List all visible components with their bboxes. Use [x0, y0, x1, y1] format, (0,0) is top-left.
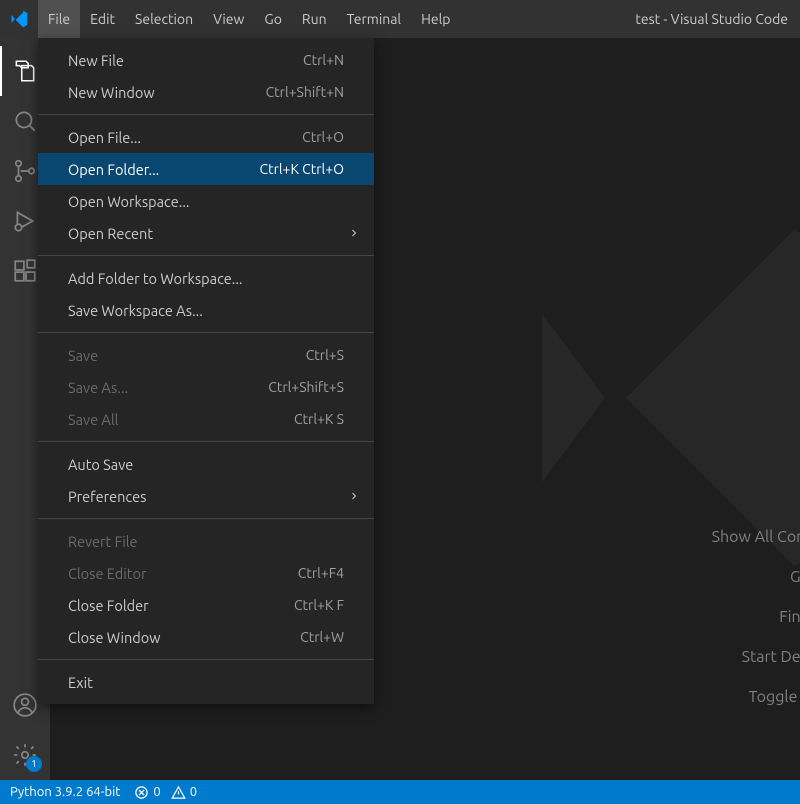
welcome-shortcut-line: Find	[712, 608, 800, 626]
menu-item-label: Open Folder...	[68, 161, 259, 178]
file-menu-item[interactable]: New FileCtrl+N	[38, 44, 374, 76]
settings-badge: 1	[26, 756, 42, 772]
menu-item-shortcut: Ctrl+K Ctrl+O	[259, 161, 344, 177]
menu-item-shortcut: Ctrl+Shift+S	[268, 379, 344, 395]
activity-settings-icon[interactable]: 1	[0, 730, 50, 780]
menu-item-label: New File	[68, 52, 303, 69]
menu-items: FileEditSelectionViewGoRunTerminalHelp	[38, 0, 460, 38]
file-menu-item: SaveCtrl+S	[38, 339, 374, 371]
menu-item-label: Add Folder to Workspace...	[68, 270, 344, 287]
menu-item-label: Save Workspace As...	[68, 302, 344, 319]
file-menu-item[interactable]: Exit	[38, 666, 374, 698]
welcome-shortcuts: Show All Com Go Find Start Deb Toggle T	[712, 528, 800, 728]
file-menu-item[interactable]: Add Folder to Workspace...	[38, 262, 374, 294]
status-warnings-count: 0	[190, 785, 197, 799]
menu-item-shortcut: Ctrl+K F	[294, 597, 344, 613]
menu-item-shortcut: Ctrl+Shift+N	[266, 84, 344, 100]
welcome-shortcut-line: Go	[712, 568, 800, 586]
menu-terminal[interactable]: Terminal	[337, 0, 412, 38]
menu-item-label: Save As...	[68, 379, 268, 396]
file-menu-item[interactable]: New WindowCtrl+Shift+N	[38, 76, 374, 108]
welcome-shortcut-line: Start Deb	[712, 648, 800, 666]
menu-item-label: Exit	[68, 674, 344, 691]
file-menu-item[interactable]: Open Workspace...	[38, 185, 374, 217]
menu-item-label: Save	[68, 347, 306, 364]
status-python[interactable]: Python 3.9.2 64-bit	[10, 785, 120, 799]
status-bar: Python 3.9.2 64-bit 0 0	[0, 780, 800, 804]
file-menu-item[interactable]: Preferences	[38, 480, 374, 512]
file-menu-item[interactable]: Close WindowCtrl+W	[38, 621, 374, 653]
menu-item-label: Close Editor	[68, 565, 298, 582]
file-menu-item[interactable]: Close FolderCtrl+K F	[38, 589, 374, 621]
menu-item-shortcut: Ctrl+W	[300, 629, 344, 645]
menu-edit[interactable]: Edit	[80, 0, 125, 38]
menu-help[interactable]: Help	[411, 0, 460, 38]
warning-icon	[171, 785, 186, 800]
menu-item-label: Revert File	[68, 533, 344, 550]
welcome-shortcut-line: Toggle T	[712, 688, 800, 706]
file-menu-item: Save As...Ctrl+Shift+S	[38, 371, 374, 403]
menu-item-label: Close Folder	[68, 597, 294, 614]
menu-item-label: Open Workspace...	[68, 193, 344, 210]
menu-item-label: Save All	[68, 411, 294, 428]
file-menu-item: Close EditorCtrl+F4	[38, 557, 374, 589]
menu-item-label: Preferences	[68, 488, 344, 505]
menu-separator	[38, 659, 374, 660]
file-menu-item[interactable]: Save Workspace As...	[38, 294, 374, 326]
menu-item-label: Open File...	[68, 129, 302, 146]
menu-view[interactable]: View	[203, 0, 254, 38]
welcome-shortcut-line: Show All Com	[712, 528, 800, 546]
file-menu-item[interactable]: Auto Save	[38, 448, 374, 480]
error-icon	[134, 785, 149, 800]
file-menu-item[interactable]: Open Recent	[38, 217, 374, 249]
window-title: test - Visual Studio Code	[460, 11, 800, 27]
chevron-right-icon	[348, 490, 360, 502]
menu-separator	[38, 441, 374, 442]
menu-item-shortcut: Ctrl+K S	[294, 411, 344, 427]
menu-item-label: Auto Save	[68, 456, 344, 473]
file-menu-dropdown: New FileCtrl+NNew WindowCtrl+Shift+NOpen…	[38, 38, 374, 704]
menu-separator	[38, 255, 374, 256]
menu-selection[interactable]: Selection	[125, 0, 203, 38]
vscode-logo-icon	[0, 9, 38, 29]
menu-item-shortcut: Ctrl+S	[306, 347, 344, 363]
menu-separator	[38, 518, 374, 519]
menu-item-shortcut: Ctrl+F4	[298, 565, 344, 581]
menu-item-label: Open Recent	[68, 225, 344, 242]
menu-item-shortcut: Ctrl+O	[302, 129, 344, 145]
menu-go[interactable]: Go	[254, 0, 291, 38]
status-errors-count: 0	[153, 785, 160, 799]
file-menu-item[interactable]: Open File...Ctrl+O	[38, 121, 374, 153]
chevron-right-icon	[348, 227, 360, 239]
menu-separator	[38, 332, 374, 333]
menu-item-label: Close Window	[68, 629, 300, 646]
menubar: FileEditSelectionViewGoRunTerminalHelp t…	[0, 0, 800, 38]
status-problems[interactable]: 0 0	[134, 785, 197, 800]
file-menu-item: Save AllCtrl+K S	[38, 403, 374, 435]
file-menu-item: Revert File	[38, 525, 374, 557]
menu-item-label: New Window	[68, 84, 266, 101]
menu-run[interactable]: Run	[292, 0, 337, 38]
menu-file[interactable]: File	[38, 0, 80, 38]
menu-separator	[38, 114, 374, 115]
file-menu-item[interactable]: Open Folder...Ctrl+K Ctrl+O	[38, 153, 374, 185]
menu-item-shortcut: Ctrl+N	[303, 52, 344, 68]
